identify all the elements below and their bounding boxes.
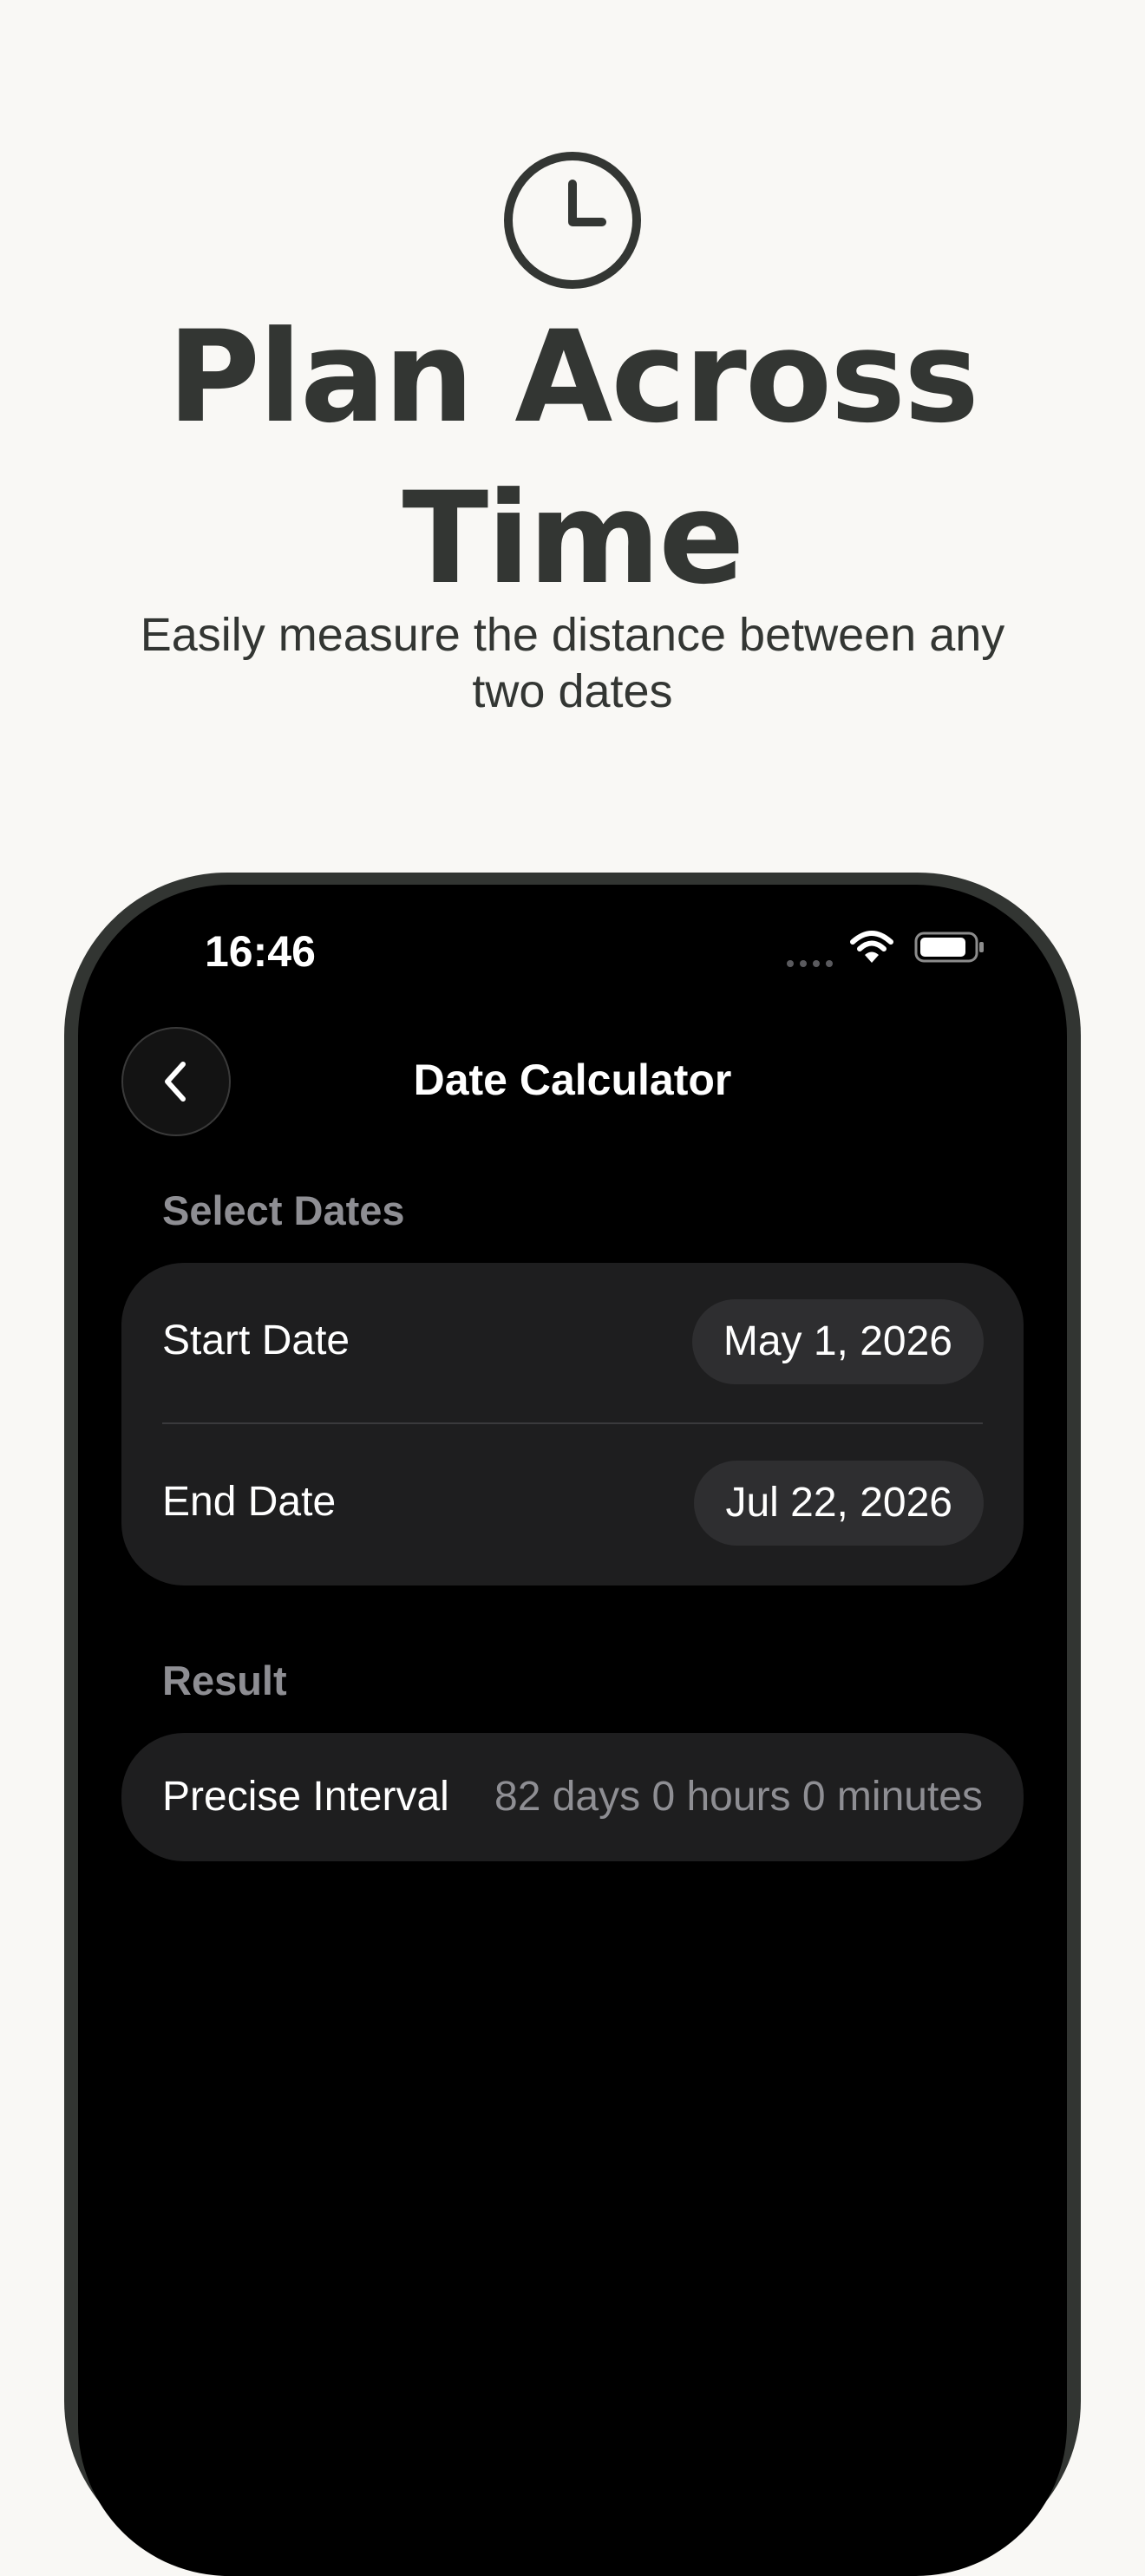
select-dates-section-label: Select Dates <box>162 1187 405 1233</box>
select-dates-card: Start Date May 1, 2026 End Date Jul 22, … <box>121 1263 1024 1585</box>
start-date-label: Start Date <box>162 1317 350 1363</box>
result-card: Precise Interval 82 days 0 hours 0 minut… <box>121 1733 1024 1861</box>
precise-interval-label: Precise Interval <box>162 1774 449 1820</box>
battery-icon <box>914 932 984 963</box>
status-time: 16:46 <box>205 927 316 976</box>
phone-screen: 16:46 Date Calculator Select Dates Start… <box>78 885 1067 2576</box>
headline-line-2: Time <box>402 465 745 612</box>
headline-line-1: Plan Across <box>167 304 979 451</box>
end-date-picker[interactable]: Jul 22, 2026 <box>694 1461 984 1546</box>
precise-interval-value: 82 days 0 hours 0 minutes <box>494 1774 983 1820</box>
hero-subtitle: Easily measure the distance between any … <box>140 609 1005 717</box>
wifi-icon <box>850 931 893 963</box>
nav-title: Date Calculator <box>413 1056 732 1104</box>
row-divider <box>162 1422 983 1424</box>
start-date-picker[interactable]: May 1, 2026 <box>691 1299 984 1384</box>
end-date-label: End Date <box>162 1479 337 1525</box>
result-section-label: Result <box>162 1657 287 1703</box>
clock-icon <box>504 152 641 289</box>
cellular-signal-icon <box>787 960 833 967</box>
